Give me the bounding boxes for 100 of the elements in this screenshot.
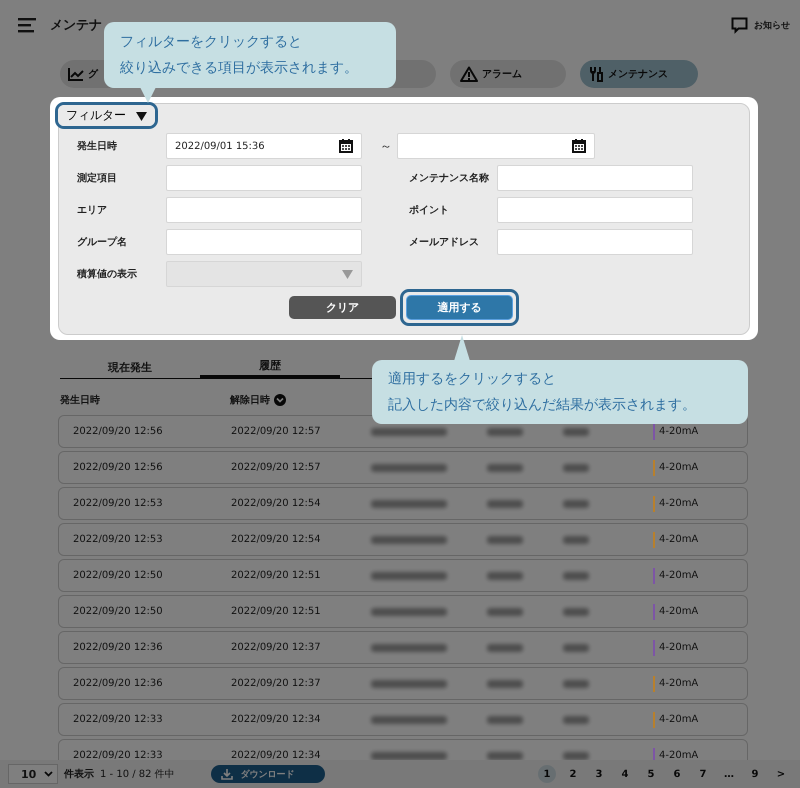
chevron-icon (44, 771, 53, 777)
chart-icon (68, 67, 84, 81)
field-label: メールアドレス (409, 236, 480, 249)
tab[interactable]: 現在発生 (60, 356, 200, 378)
table-cell-text: 2022/09/20 12:57 (231, 462, 322, 473)
blurred-text (487, 572, 523, 580)
table-cell: 4-20mA (659, 642, 698, 653)
callout-text: 記入した内容で絞り込んだ結果が表示されます。 (388, 396, 697, 414)
range-text: 1 - 10 / 82 件中 (100, 768, 175, 781)
table-cell-text: 2022/09/20 12:33 (73, 750, 164, 760)
page-size-select[interactable]: 10 (8, 764, 58, 784)
page-button[interactable]: 5 (642, 765, 660, 783)
table-row[interactable]: 2022/09/20 12:56 2022/09/20 12:57 4-20mA (58, 451, 748, 484)
table-cell: 4-20mA (659, 498, 698, 509)
date-field[interactable]: 2022/09/01 15:36 (166, 133, 362, 159)
clear-button[interactable]: クリア (289, 296, 396, 319)
menu-icon[interactable] (18, 17, 38, 33)
nav-tab[interactable]: メンテナンス (580, 60, 698, 88)
blurred-text (563, 716, 589, 724)
column-header[interactable]: 発生日時 (60, 393, 226, 407)
table-cell-text: 2022/09/20 12:34 (231, 714, 322, 725)
table-cell: 4-20mA (659, 606, 698, 617)
blurred-text (563, 608, 589, 616)
blurred-text (487, 608, 523, 616)
table-cell-text: 2022/09/20 12:34 (231, 750, 322, 760)
calendar-icon[interactable] (339, 139, 353, 153)
blurred-text (563, 428, 589, 436)
table-cell-text: 2022/09/20 12:56 (73, 426, 164, 437)
apply-button[interactable]: 適用する (406, 295, 513, 320)
table-cell-text: 2022/09/20 12:53 (73, 498, 164, 509)
blurred-text (487, 500, 523, 508)
callout-text: フィルターをクリックすると (120, 33, 303, 51)
table-cell-text: 2022/09/20 12:56 (73, 462, 164, 473)
table-row[interactable]: 2022/09/20 12:50 2022/09/20 12:51 4-20mA (58, 559, 748, 592)
table-cell-text: 2022/09/20 12:50 (73, 606, 164, 617)
table-cell: 4-20mA (659, 750, 698, 760)
page-title: メンテナ (50, 17, 102, 34)
page-button[interactable]: 9 (746, 765, 764, 783)
page-button[interactable]: 2 (564, 765, 582, 783)
date-field[interactable] (397, 133, 595, 159)
table-row[interactable]: 2022/09/20 12:33 2022/09/20 12:34 4-20mA (58, 703, 748, 736)
range-separator: ～ (379, 138, 393, 154)
blurred-text (487, 752, 523, 760)
calendar-icon[interactable] (572, 139, 586, 153)
tab[interactable]: 履歴 (200, 356, 340, 378)
message-icon[interactable] (731, 16, 748, 34)
blurred-text (563, 464, 589, 472)
table-cell-text: 2022/09/20 12:37 (231, 642, 322, 653)
table-cell: 4-20mA (659, 678, 698, 689)
blurred-text (563, 680, 589, 688)
field-label: エリア (77, 204, 108, 217)
page-button[interactable]: 3 (590, 765, 608, 783)
next-page-button[interactable]: > (772, 765, 790, 783)
page-button[interactable]: 4 (616, 765, 634, 783)
input-field[interactable] (497, 197, 693, 223)
tools-icon (590, 66, 604, 82)
table-row[interactable]: 2022/09/20 12:36 2022/09/20 12:37 4-20mA (58, 667, 748, 700)
field-label: グループ名 (77, 235, 128, 249)
table-cell-text: 2022/09/20 12:37 (231, 678, 322, 689)
table-cell-text: 2022/09/20 12:50 (73, 570, 164, 581)
table-cell: 4-20mA (659, 462, 698, 473)
table-cell-text: 2022/09/20 12:36 (73, 678, 164, 689)
notification-link[interactable]: お知らせ (754, 18, 790, 32)
per-page-label: 件表示 (64, 768, 94, 781)
input-field[interactable] (497, 165, 693, 191)
blurred-text (563, 644, 589, 652)
page-button[interactable]: 7 (694, 765, 712, 783)
blurred-text (563, 572, 589, 580)
table-row[interactable]: 2022/09/20 12:50 2022/09/20 12:51 4-20mA (58, 595, 748, 628)
blurred-text (487, 716, 523, 724)
blurred-text (563, 752, 589, 760)
field-label: メンテナンス名称 (409, 172, 490, 185)
sort-icon[interactable] (274, 394, 286, 406)
page-button[interactable]: … (720, 765, 738, 783)
input-field[interactable] (166, 229, 362, 255)
nav-tab[interactable]: アラーム (450, 60, 566, 88)
field-label: 発生日時 (77, 140, 118, 153)
table-cell-text: 2022/09/20 12:54 (231, 498, 322, 509)
input-field[interactable] (166, 165, 362, 191)
table-row[interactable]: 2022/09/20 12:53 2022/09/20 12:54 4-20mA (58, 523, 748, 556)
filter-toggle[interactable]: フィルター (58, 105, 155, 126)
table-cell-text: 2022/09/20 12:33 (73, 714, 164, 725)
blurred-text (487, 428, 523, 436)
table-cell-text: 2022/09/20 12:54 (231, 534, 322, 545)
field-label: ポイント (409, 204, 450, 217)
table-row[interactable]: 2022/09/20 12:33 2022/09/20 12:34 4-20mA (58, 739, 748, 760)
field-label: 測定項目 (77, 171, 118, 185)
page-button[interactable]: 6 (668, 765, 686, 783)
callout-text: 絞り込みできる項目が表示されます。 (120, 59, 359, 77)
table-row[interactable]: 2022/09/20 12:53 2022/09/20 12:54 4-20mA (58, 487, 748, 520)
table-row[interactable]: 2022/09/20 12:36 2022/09/20 12:37 4-20mA (58, 631, 748, 664)
input-field[interactable] (497, 229, 693, 255)
download-button[interactable]: ダウンロード (210, 765, 325, 783)
page-button[interactable]: 1 (538, 765, 556, 783)
download-icon (220, 768, 233, 780)
table-cell: 4-20mA (659, 714, 698, 725)
input-field[interactable] (166, 197, 362, 223)
blurred-text (487, 680, 523, 688)
table-cell-text: 2022/09/20 12:57 (231, 426, 322, 437)
column-header[interactable]: 解除日時 (230, 393, 270, 407)
